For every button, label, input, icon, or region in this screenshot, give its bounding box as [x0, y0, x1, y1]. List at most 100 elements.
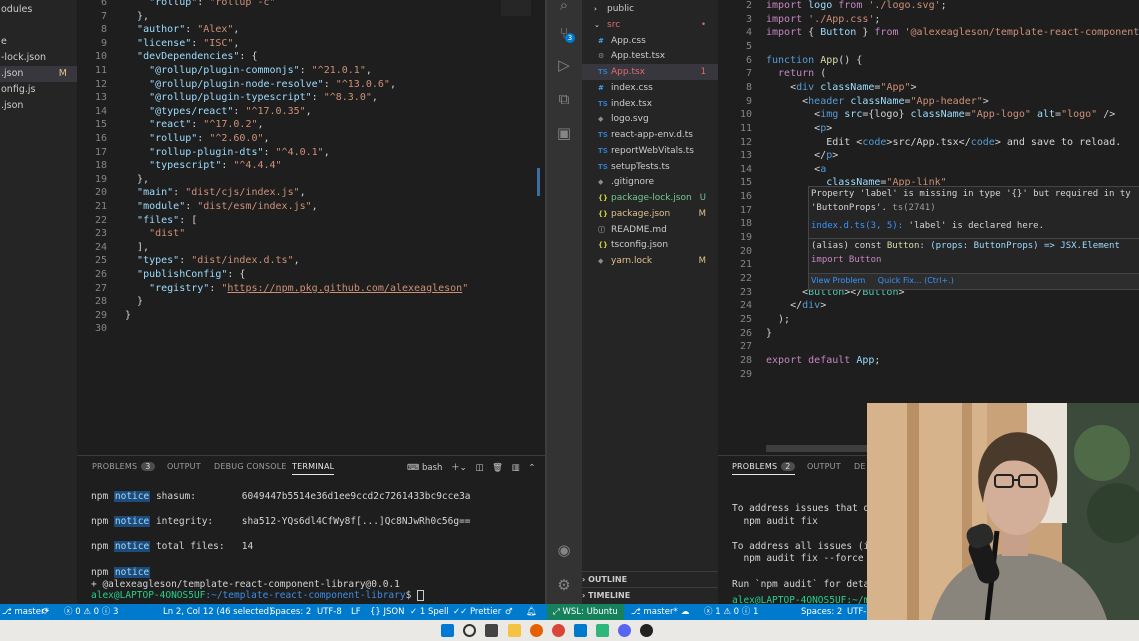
error-message: Property 'label' is missing in type '{}'…	[811, 189, 1131, 199]
left-editor[interactable]: 6 "rollup": "rollup -c" 7 }, 8 "author": "…	[77, 0, 545, 455]
slack-icon[interactable]	[596, 624, 609, 637]
sync-icon[interactable]: ☁	[681, 604, 690, 620]
trash-icon[interactable]: 🗑	[492, 463, 503, 473]
quick-fix-link[interactable]: Quick Fix... (Ctrl+.)	[878, 276, 954, 285]
problems-item[interactable]: ⓧ 0 ⚠ 0 ⓘ 3	[64, 604, 118, 620]
panel-tab[interactable]: PROBLEMS 2	[732, 462, 795, 475]
panel-tab[interactable]: OUTPUT	[807, 462, 841, 471]
explorer-item-label: tsconfig.json	[611, 240, 669, 251]
prettier-item[interactable]: ✓✓ Prettier	[453, 604, 501, 620]
explorer-item-label: src	[607, 19, 621, 30]
code-token: function	[766, 54, 821, 66]
account-icon[interactable]: ◉	[555, 541, 573, 559]
explorer-item[interactable]: ◆ .gitignore	[582, 174, 718, 190]
explorer-item[interactable]: e	[0, 34, 77, 50]
panel-tab-badge: 2	[781, 462, 795, 471]
explorer-item[interactable]: TS App.tsx 1	[582, 64, 718, 80]
explorer-item[interactable]: # App.css	[582, 33, 718, 49]
explorer-item[interactable]: ⓘ README.md	[582, 222, 718, 238]
problems-item[interactable]: ⓧ 1 ⚠ 0 ⓘ 1	[704, 604, 758, 620]
source-control-icon[interactable]: ⑂ 3	[555, 24, 575, 43]
remote-explorer-icon[interactable]: ▣	[555, 124, 573, 142]
code-token: a	[820, 163, 827, 175]
explorer-item[interactable]: TS index.tsx	[582, 96, 718, 112]
search-icon[interactable]: ⌕	[555, 0, 573, 14]
encoding[interactable]: UTF-8	[317, 604, 342, 620]
eol[interactable]: LF	[351, 604, 361, 620]
vscode-icon[interactable]	[574, 624, 587, 637]
explorer-item[interactable]: TS setupTests.ts	[582, 159, 718, 175]
code-token: className	[910, 109, 965, 121]
discord-icon[interactable]	[618, 624, 631, 637]
file-explorer-icon[interactable]	[508, 624, 521, 637]
related-info[interactable]: index.d.ts(3, 5): 'label' is declared he…	[811, 221, 1044, 231]
obs-icon[interactable]	[640, 624, 653, 637]
explorer-item[interactable]: {} package.json M	[582, 206, 718, 222]
code-token: "typescript"	[149, 160, 222, 172]
cursor-position[interactable]: Ln 2, Col 12 (46 selected)	[163, 604, 272, 620]
indentation[interactable]: Spaces: 2	[270, 604, 311, 620]
line-number: 2	[745, 0, 752, 11]
explorer-item[interactable]: TS reportWebVitals.ts	[582, 143, 718, 159]
chrome-icon[interactable]	[552, 624, 565, 637]
feedback-icon[interactable]: ♂	[505, 604, 513, 620]
minimap[interactable]	[501, 0, 531, 16]
line-number: 14	[739, 163, 752, 175]
horizontal-scrollbar[interactable]	[766, 445, 871, 452]
panel-tab[interactable]: TERMINAL	[292, 462, 335, 475]
explorer-item[interactable]: .json M	[0, 66, 77, 82]
split-terminal-icon[interactable]: ◫	[475, 463, 483, 473]
branch-item[interactable]: ⎇ master*	[631, 604, 678, 620]
layout-icon[interactable]: ▥	[512, 463, 520, 473]
firefox-icon[interactable]	[530, 624, 543, 637]
task-view-icon[interactable]	[485, 624, 498, 637]
explorer-item[interactable]	[0, 18, 77, 34]
code-token: :	[173, 187, 186, 199]
explorer-item[interactable]: .json	[0, 98, 77, 114]
explorer-item[interactable]: -lock.json	[0, 50, 77, 66]
explorer-item[interactable]: ◆ logo.svg	[582, 111, 718, 127]
spell-item[interactable]: ✓ 1 Spell	[410, 604, 449, 620]
code-token: "rollup -c"	[209, 0, 276, 8]
explorer-item[interactable]: {} package-lock.json U	[582, 190, 718, 206]
explorer-item[interactable]: ⌄ src •	[582, 17, 718, 33]
explorer-item[interactable]: # index.css	[582, 80, 718, 96]
error-message-cont: 'ButtonProps'. ts(2741)	[811, 203, 936, 213]
bell-icon[interactable]: 🔔︎	[526, 604, 537, 620]
panel-tab[interactable]: PROBLEMS 3	[92, 462, 155, 471]
panel-tab[interactable]: OUTPUT	[167, 462, 201, 471]
windows-start-icon[interactable]	[441, 624, 454, 637]
explorer-item[interactable]: onfig.js	[0, 82, 77, 98]
remote-indicator[interactable]: ⤢ WSL: Ubuntu	[547, 604, 624, 620]
code-token: },	[125, 173, 150, 185]
indentation[interactable]: Spaces: 2	[801, 604, 842, 620]
gear-icon[interactable]: ⚙	[555, 576, 573, 594]
code-token: :	[209, 282, 222, 294]
extensions-icon[interactable]: ⧉	[555, 90, 573, 108]
timeline-section[interactable]: › TIMELINE	[582, 587, 718, 604]
explorer-item[interactable]: ⚙ App.test.tsx	[582, 48, 718, 64]
explorer-item[interactable]: {} tsconfig.json	[582, 237, 718, 253]
scroll-indicator[interactable]	[537, 168, 540, 196]
outline-section[interactable]: › OUTLINE	[582, 571, 718, 588]
line-number: 23	[94, 228, 107, 240]
view-problem-link[interactable]: View Problem	[811, 276, 865, 285]
explorer-item[interactable]: TS react-app-env.d.ts	[582, 127, 718, 143]
chevron-up-icon[interactable]: ⌃	[528, 463, 535, 473]
code-token: code	[862, 136, 887, 148]
panel-tab[interactable]: DEBUG CONSOLE	[214, 462, 287, 471]
panel-tab[interactable]: DE	[854, 462, 866, 471]
run-debug-icon[interactable]: ▷	[555, 56, 573, 74]
search-icon[interactable]	[463, 624, 476, 637]
code-token: "author"	[137, 24, 186, 36]
explorer-item[interactable]: odules	[0, 2, 77, 18]
line-number: 14	[94, 105, 107, 117]
sync-icon[interactable]: ⟳	[42, 604, 49, 620]
terminal-shell-selector[interactable]: ⌨ bash ＋⌄ ◫ 🗑 ▥ ⌃ ✕	[407, 461, 551, 473]
language-mode[interactable]: {} JSON	[370, 604, 404, 620]
explorer-item[interactable]: ◆ yarn.lock M	[582, 253, 718, 269]
git-status-badge: U	[699, 193, 706, 203]
code-token: "dist"	[149, 228, 186, 240]
explorer-item[interactable]: › public	[582, 1, 718, 17]
add-terminal-icon[interactable]: ＋⌄	[451, 463, 467, 473]
